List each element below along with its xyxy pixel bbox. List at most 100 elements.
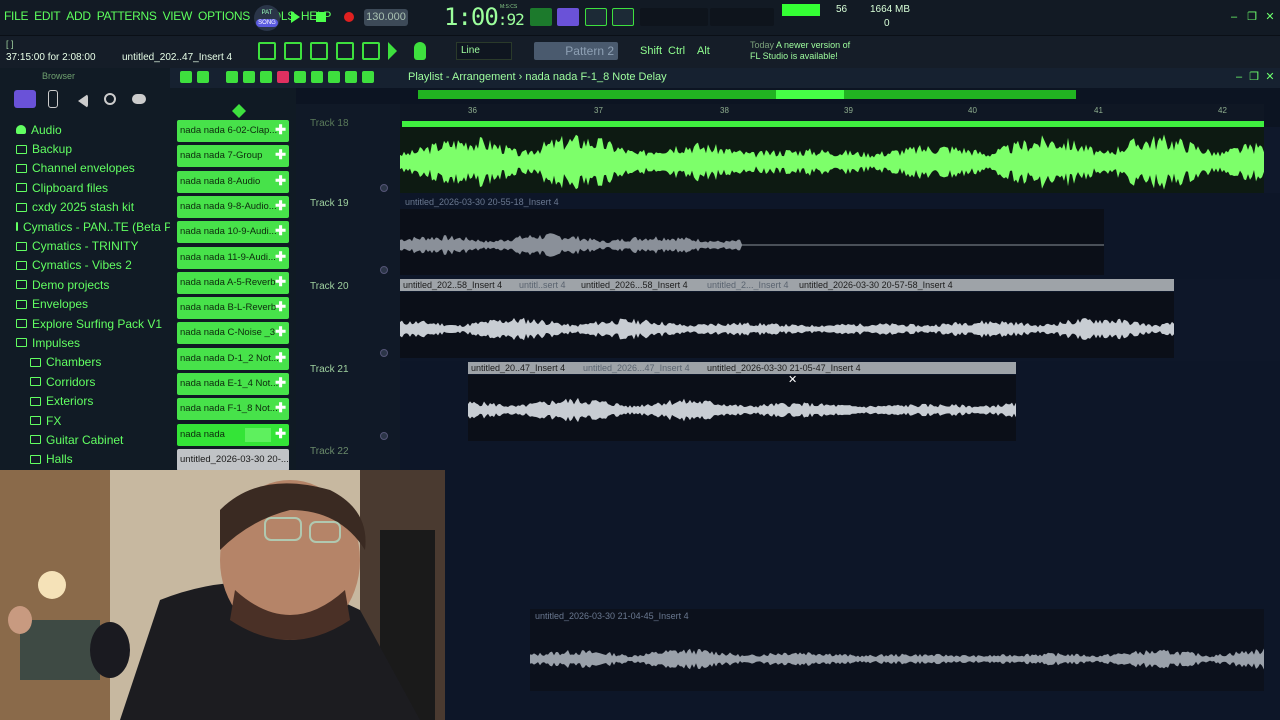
ctrl-key[interactable]: Ctrl [668,45,685,57]
arrow-icon[interactable] [180,71,192,83]
browser-item[interactable]: Clipboard files [0,178,170,197]
snap-select[interactable]: Line [456,42,512,60]
browser-item[interactable]: Halls [0,450,170,469]
menu-options[interactable]: OPTIONS [198,9,250,23]
clip-label[interactable]: untitled_202..58_Insert 4 [400,279,514,291]
browser-item[interactable]: Demo projects [0,275,170,294]
add-icon[interactable]: ✚ [275,173,286,188]
microphone-icon[interactable] [414,42,426,60]
magnet-icon[interactable] [197,71,209,83]
browser-item[interactable]: Guitar Cabinet [0,430,170,449]
timeline-ruler[interactable]: 36 37 38 39 40 41 42 [400,104,1264,122]
channel-button[interactable]: nada nada D-1_2 Not... ✚ [177,347,289,370]
browser-cloud-icon[interactable] [132,94,146,104]
browser-item[interactable]: Chambers [0,353,170,372]
add-icon[interactable]: ✚ [275,249,286,264]
menu-patterns[interactable]: PATTERNS [97,9,157,23]
clip-label[interactable]: untitl..sert 4 [516,279,574,291]
clip-label[interactable]: untitled_2026-03-30 21-04-45_Insert 4 [532,610,932,622]
add-icon[interactable]: ✚ [275,198,286,213]
playlist-minimize-icon[interactable]: – [1234,72,1244,83]
clip-label[interactable]: untitled_2026-03-30 20-55-18_Insert 4 [402,196,1102,208]
browser-plugins-icon[interactable] [104,93,116,105]
channel-button[interactable]: nada nada F-1_8 Not... ✚ [177,398,289,421]
piano-roll-icon[interactable] [284,42,302,60]
slip-icon[interactable] [294,71,306,83]
sparkle-icon[interactable] [232,104,246,118]
pattern-selector[interactable]: Pattern 2 [534,42,618,60]
browser-item[interactable]: Corridors [0,372,170,391]
browser-item[interactable]: Cymatics - Vibes 2 [0,256,170,275]
browser-item[interactable]: Audio [0,120,170,139]
delete-icon[interactable] [260,71,272,83]
menu-view[interactable]: VIEW [163,9,193,23]
browser-item[interactable]: Exteriors [0,391,170,410]
playback-icon[interactable] [362,71,374,83]
channel-button[interactable]: nada nada A-5-Reverb ✚ [177,271,289,294]
browser-item[interactable]: Explore Surfing Pack V1 [0,314,170,333]
add-icon[interactable]: ✚ [275,376,286,390]
metronome-icon[interactable] [612,8,634,26]
clip-label[interactable]: untitled_2026...58_Insert 4 [578,279,702,291]
typing-keyboard-icon[interactable] [530,8,552,26]
news-panel[interactable]: Today A newer version of FL Studio is av… [750,40,850,62]
track-label[interactable]: Track 18 [310,118,349,129]
clip-label[interactable]: untitled_20..47_Insert 4 [468,362,576,374]
channel-button[interactable]: nada nada 10-9-Audi... ✚ [177,221,289,244]
track-label[interactable]: Track 21 [310,364,349,375]
minimize-icon[interactable]: – [1229,12,1239,23]
channel-button[interactable]: nada nada C-Noise _3 ✚ [177,322,289,345]
play-button[interactable] [286,8,304,26]
pat-song-toggle[interactable]: PAT SONG [254,5,280,31]
add-icon[interactable]: ✚ [275,300,286,314]
menu-file[interactable]: FILE [4,9,28,23]
channel-button[interactable]: nada nada E-1_4 Not... ✚ [177,373,289,395]
track-mute-icon[interactable] [380,349,388,357]
channel-button[interactable]: nada nada 9-8-Audio... ✚ [177,195,289,218]
browser-item[interactable]: Cymatics - PAN..TE (Beta Pack) [0,217,195,236]
track-label[interactable]: Track 19 [310,198,349,209]
playlist-close-icon[interactable]: ✕ [1265,72,1275,83]
browser-speaker-icon[interactable] [76,94,88,108]
pencil-icon[interactable] [226,71,238,83]
browser-item[interactable]: Envelopes [0,295,170,314]
close-icon[interactable]: ✕ [1265,12,1275,23]
browser-item[interactable]: Impulses [0,333,170,352]
add-icon[interactable]: ✚ [275,274,286,289]
playlist-pattern-name[interactable]: nada nada F-1_8 Note Delay [525,71,666,83]
channel-button[interactable]: untitled_2026-03-30 20-... [177,448,289,471]
playlist-grid[interactable]: untitled_2026-03-30 20-55-18_Insert 4 un… [400,127,1280,720]
browser-item[interactable]: Cymatics - TRINITY [0,236,170,255]
restore-icon[interactable]: ❐ [1247,12,1257,23]
clip-label[interactable]: untitled_2026-03-30 21-05-47_Insert 4 [704,362,1014,374]
add-icon[interactable]: ✚ [275,350,286,365]
browser-all-icon[interactable] [14,90,36,108]
channel-button[interactable]: nada nada 8-Audio ✚ [177,170,289,193]
mute-icon[interactable] [277,71,289,83]
channel-button[interactable]: nada nada B-L-Reverb ✚ [177,297,289,320]
mixer-icon[interactable] [336,42,354,60]
browser-item[interactable]: FX [0,411,170,430]
step-edit-icon[interactable] [557,8,579,26]
track-mute-icon[interactable] [380,432,388,440]
browser-item[interactable]: Channel envelopes [0,159,170,178]
slice-icon[interactable] [311,71,323,83]
add-icon[interactable]: ✚ [275,426,286,441]
browser-item[interactable]: Backup [0,139,170,158]
channel-button[interactable]: nada nada 6-02-Clap... ✚ [177,120,289,142]
track-label[interactable]: Track 22 [310,446,349,457]
channel-rack-icon[interactable] [310,42,328,60]
menu-edit[interactable]: EDIT [34,9,60,23]
record-button[interactable] [340,8,358,26]
wait-record-icon[interactable] [585,8,607,26]
add-icon[interactable]: ✚ [275,224,286,238]
alt-key[interactable]: Alt [697,45,710,57]
playlist-icon[interactable] [258,42,276,60]
select-icon[interactable] [328,71,340,83]
browser-files-icon[interactable] [48,90,58,108]
paint-icon[interactable] [243,71,255,83]
plugin-picker-icon[interactable] [362,42,380,60]
menu-add[interactable]: ADD [66,9,91,23]
playlist-restore-icon[interactable]: ❐ [1249,72,1259,83]
playlist-scrollbar[interactable] [418,90,1076,99]
